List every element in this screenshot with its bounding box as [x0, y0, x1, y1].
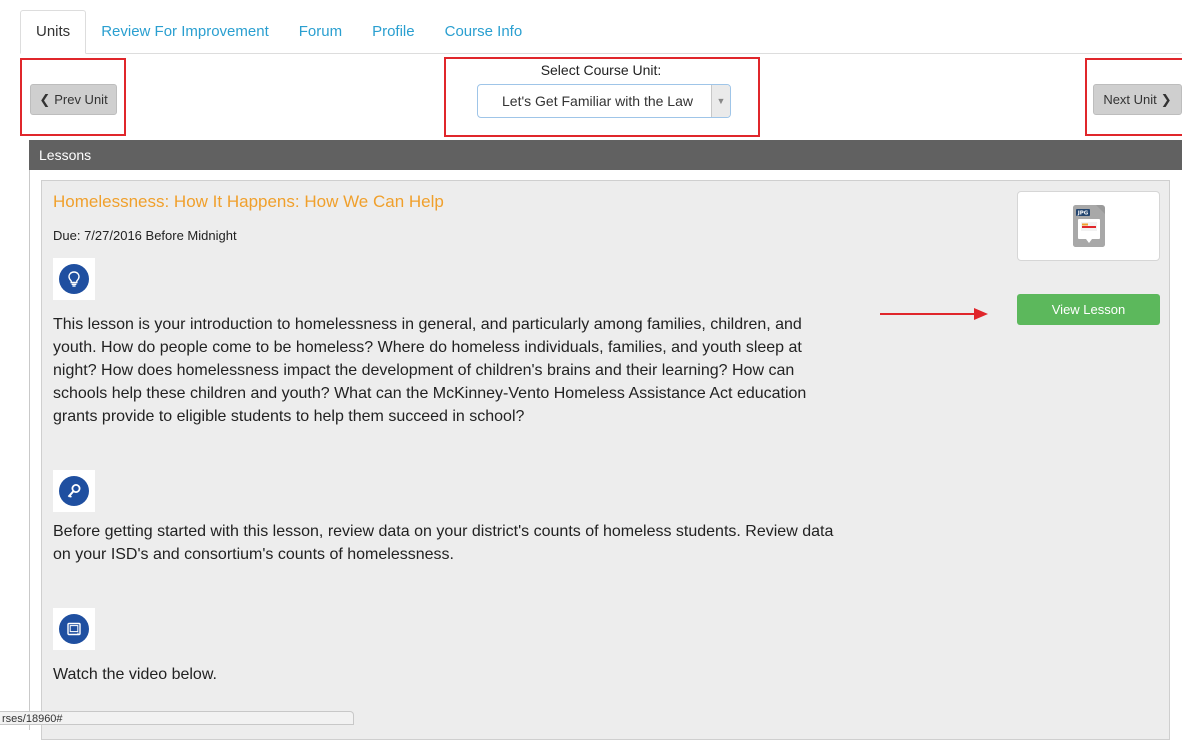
annotation-arrow-icon — [880, 308, 988, 320]
prev-unit-label: Prev Unit — [54, 92, 108, 107]
tab-profile[interactable]: Profile — [357, 11, 430, 53]
jpg-file-icon: JPG — [1072, 205, 1105, 247]
prev-unit-button[interactable]: ❮ Prev Unit — [30, 84, 117, 115]
lightbulb-icon — [59, 264, 89, 294]
select-course-unit-label: Select Course Unit: — [540, 62, 662, 78]
lesson-intro-text: This lesson is your introduction to home… — [53, 316, 807, 425]
lessons-header: Lessons — [29, 140, 1182, 170]
next-unit-button[interactable]: Next Unit ❯ — [1093, 84, 1182, 115]
lesson-prep-text: Before getting started with this lesson,… — [53, 523, 834, 563]
jpg-file-label: JPG — [1076, 210, 1088, 216]
dropdown-arrow-icon: ▼ — [711, 85, 730, 117]
tab-review-for-improvement[interactable]: Review For Improvement — [86, 11, 284, 53]
tab-course-info[interactable]: Course Info — [430, 11, 538, 53]
lesson-card — [41, 180, 1170, 740]
next-unit-label: Next Unit — [1103, 92, 1157, 107]
lesson-video-text: Watch the video below. — [53, 666, 217, 683]
key-icon-box — [53, 470, 95, 512]
tab-units[interactable]: Units — [20, 10, 87, 54]
lightbulb-icon-box — [53, 258, 95, 300]
lesson-thumbnail[interactable]: JPG — [1017, 191, 1160, 261]
tab-forum[interactable]: Forum — [284, 11, 357, 53]
lesson-title[interactable]: Homelessness: How It Happens: How We Can… — [53, 192, 444, 212]
video-icon-box — [53, 608, 95, 650]
view-lesson-button[interactable]: View Lesson — [1017, 294, 1160, 325]
course-unit-select[interactable]: Let's Get Familiar with the Law ▼ — [477, 84, 731, 118]
video-icon — [59, 614, 89, 644]
course-unit-select-value: Let's Get Familiar with the Law — [502, 93, 693, 109]
tab-bar: Units Review For Improvement Forum Profi… — [20, 10, 1182, 54]
key-icon — [59, 476, 89, 506]
lesson-due-date: Due: 7/27/2016 Before Midnight — [53, 228, 237, 243]
chevron-right-icon: ❯ — [1160, 91, 1172, 107]
chevron-left-icon: ❮ — [39, 91, 51, 107]
